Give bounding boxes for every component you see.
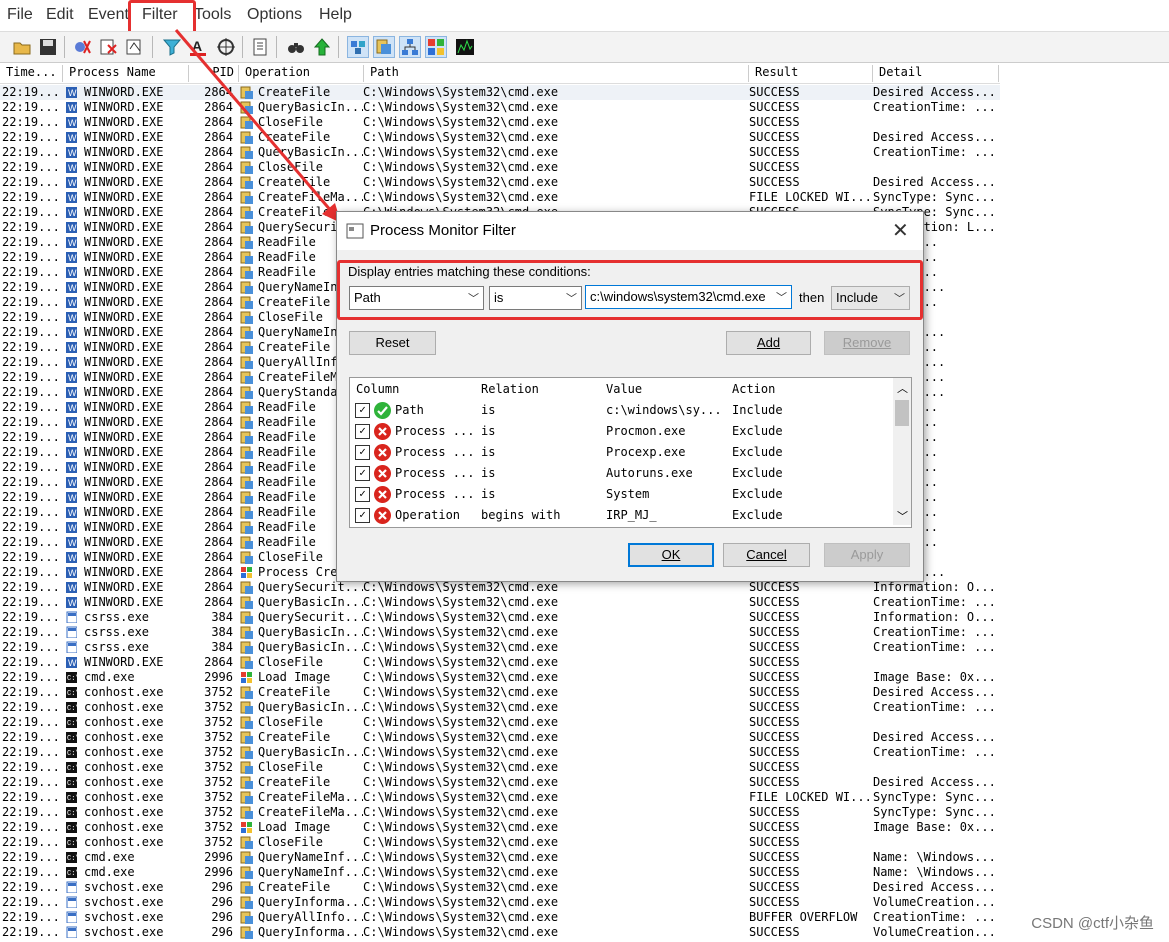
list-header-action[interactable]: Action [732, 382, 775, 396]
list-header-column[interactable]: Column [356, 382, 399, 396]
filter-relation: is [481, 403, 496, 417]
filter-column: Process ... [395, 445, 475, 459]
filter-row[interactable]: ✓ Process ... is Autoruns.exe Exclude [350, 463, 890, 484]
procmon-icon [346, 223, 364, 239]
list-header-relation[interactable]: Relation [481, 382, 539, 396]
filter-relation: begins with [481, 508, 561, 522]
scroll-thumb[interactable] [895, 400, 909, 426]
filter-action: Include [732, 403, 783, 417]
exclude-x-icon [374, 486, 391, 503]
filter-action: Exclude [732, 487, 783, 501]
scroll-up-icon[interactable]: ︿ [897, 380, 908, 396]
filter-column: Process ... [395, 466, 475, 480]
conditions-highlight [337, 260, 923, 320]
close-icon[interactable]: ✕ [892, 218, 909, 243]
exclude-x-icon [374, 465, 391, 482]
filter-relation: is [481, 445, 496, 459]
filter-value: Autoruns.exe [606, 466, 693, 480]
filter-row[interactable]: ✓ Process ... is Procexp.exe Exclude [350, 442, 890, 463]
add-button[interactable]: Add [726, 331, 811, 355]
dialog-title-bar: Process Monitor Filter ✕ [337, 212, 923, 250]
filter-rows: ✓ Path is c:\windows\sy... Include ✓ Process .… [350, 400, 890, 526]
filter-action: Exclude [732, 445, 783, 459]
dialog-title: Process Monitor Filter [370, 222, 516, 239]
enabled-checkbox[interactable]: ✓ [355, 445, 370, 460]
enabled-checkbox[interactable]: ✓ [355, 466, 370, 481]
filter-action: Exclude [732, 508, 783, 522]
watermark: CSDN @ctf小杂鱼 [1031, 915, 1154, 932]
filter-row[interactable]: ✓ Process ... is Procmon.exe Exclude [350, 421, 890, 442]
filter-column: Process ... [395, 424, 475, 438]
cancel-button[interactable]: Cancel [723, 543, 810, 567]
filter-column: Path [395, 403, 424, 417]
enabled-checkbox[interactable]: ✓ [355, 424, 370, 439]
scroll-down-icon[interactable]: ﹀ [897, 508, 908, 524]
filter-column: Operation [395, 508, 461, 522]
filter-value: c:\windows\sy... [606, 403, 722, 417]
include-check-icon [374, 402, 391, 419]
remove-button[interactable]: Remove [824, 331, 910, 355]
filter-row[interactable]: ✓ Path is c:\windows\sy... Include [350, 400, 890, 421]
enabled-checkbox[interactable]: ✓ [355, 403, 370, 418]
filter-action: Exclude [732, 466, 783, 480]
apply-button[interactable]: Apply [824, 543, 910, 567]
enabled-checkbox[interactable]: ✓ [355, 508, 370, 523]
filter-value: Procmon.exe [606, 424, 686, 438]
filter-value: System [606, 487, 650, 501]
filter-row[interactable]: ✓ Process ... is System Exclude [350, 484, 890, 505]
filter-relation: is [481, 487, 496, 501]
list-scrollbar[interactable]: ︿ ﹀ [893, 378, 911, 525]
filter-relation: is [481, 424, 496, 438]
reset-button[interactable]: Reset [349, 331, 436, 355]
filter-row[interactable]: ✓ Operation begins with IRP_MJ_ Exclude [350, 505, 890, 526]
list-header-value[interactable]: Value [606, 382, 642, 396]
filter-relation: is [481, 466, 496, 480]
filter-value: Procexp.exe [606, 445, 686, 459]
filter-dialog: Process Monitor Filter ✕ Display entries… [336, 211, 924, 582]
filter-list: Column Relation Value Action ✓ Path is c:\w… [349, 377, 912, 528]
filter-column: Process ... [395, 487, 475, 501]
enabled-checkbox[interactable]: ✓ [355, 487, 370, 502]
filter-action: Exclude [732, 424, 783, 438]
exclude-x-icon [374, 444, 391, 461]
ok-button[interactable]: OK [628, 543, 714, 567]
exclude-x-icon [374, 507, 391, 524]
filter-value: IRP_MJ_ [606, 508, 657, 522]
exclude-x-icon [374, 423, 391, 440]
